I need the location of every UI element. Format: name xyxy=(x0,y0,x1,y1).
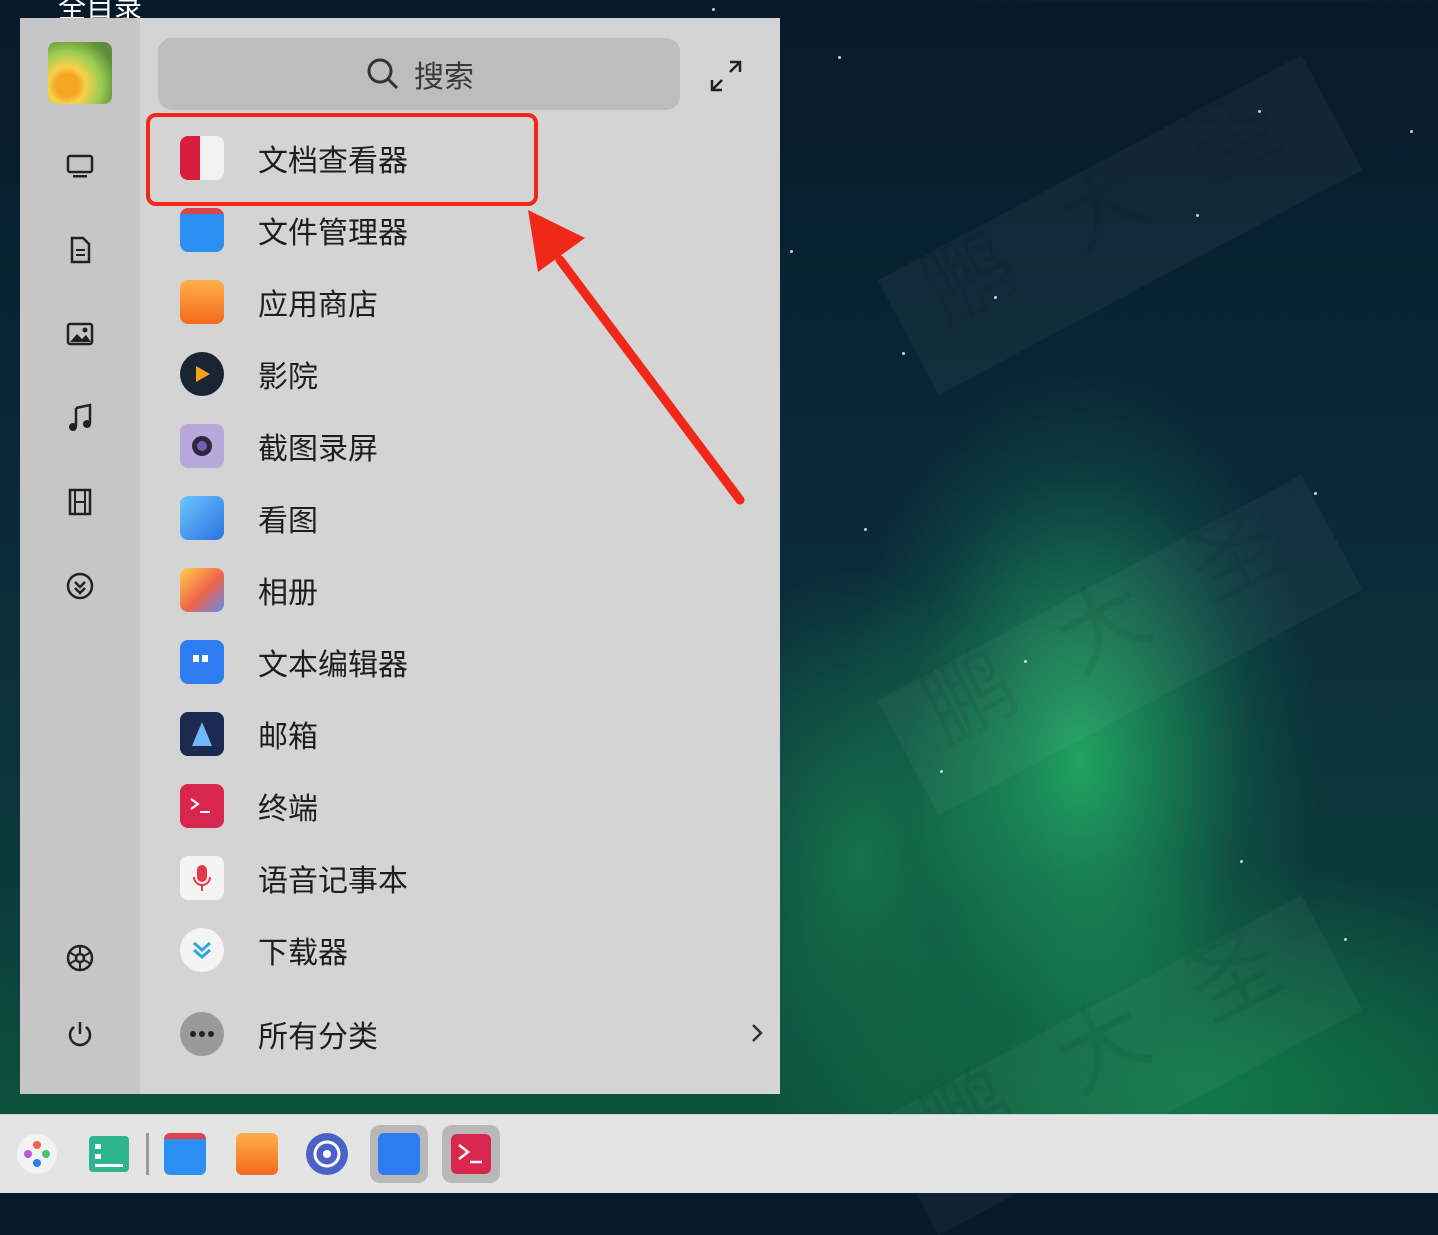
app-item-file-manager[interactable]: 文件管理器 xyxy=(180,200,740,260)
app-item-album[interactable]: 相册 xyxy=(180,560,740,620)
more-icon xyxy=(180,1012,224,1056)
app-store-icon[interactable] xyxy=(228,1125,286,1183)
file-manager-icon[interactable] xyxy=(156,1125,214,1183)
text-editor-icon xyxy=(180,640,224,684)
chevron-right-icon xyxy=(752,1024,763,1042)
avatar[interactable] xyxy=(48,42,112,104)
app-item-mail[interactable]: 邮箱 xyxy=(180,704,740,764)
file-manager-icon xyxy=(180,208,224,252)
album-icon xyxy=(180,568,224,612)
power-icon[interactable] xyxy=(60,1014,100,1054)
taskbar xyxy=(0,1114,1438,1193)
multitask-icon[interactable] xyxy=(80,1125,138,1183)
video-icon[interactable] xyxy=(60,482,100,522)
mail-icon xyxy=(180,712,224,756)
search-input[interactable]: 搜索 xyxy=(158,38,680,110)
movie-player-icon xyxy=(180,352,224,396)
app-item-movie[interactable]: 影院 xyxy=(180,344,740,404)
settings-icon[interactable] xyxy=(60,938,100,978)
picture-icon[interactable] xyxy=(60,314,100,354)
control-center-icon[interactable] xyxy=(298,1125,356,1183)
all-categories-item[interactable]: 所有分类 xyxy=(180,1004,763,1064)
terminal-icon[interactable] xyxy=(442,1125,500,1183)
highlight-box xyxy=(146,113,538,206)
app-store-icon xyxy=(180,280,224,324)
app-item-terminal[interactable]: 终端 xyxy=(180,776,740,836)
app-item-voice-notes[interactable]: 语音记事本 xyxy=(180,848,740,908)
app-item-screenshot[interactable]: 截图录屏 xyxy=(180,416,740,476)
screenshot-icon xyxy=(180,424,224,468)
app-item-text-editor[interactable]: 文本编辑器 xyxy=(180,632,740,692)
launcher-icon[interactable] xyxy=(8,1125,66,1183)
app-item-image-viewer[interactable]: 看图 xyxy=(180,488,740,548)
app-item-app-store[interactable]: 应用商店 xyxy=(180,272,740,332)
category-rail xyxy=(20,18,140,1094)
taskbar-separator xyxy=(146,1133,149,1175)
voice-notes-icon xyxy=(180,856,224,900)
search-icon xyxy=(367,58,399,90)
app-item-downloader[interactable]: 下载器 xyxy=(180,920,740,980)
fullscreen-expand-icon[interactable] xyxy=(706,56,746,96)
document-icon[interactable] xyxy=(60,230,100,270)
search-placeholder: 搜索 xyxy=(414,60,474,95)
downloader-icon xyxy=(180,928,224,972)
computer-icon[interactable] xyxy=(60,146,100,186)
terminal-icon xyxy=(180,784,224,828)
text-editor-icon[interactable] xyxy=(370,1125,428,1183)
image-viewer-icon xyxy=(180,496,224,540)
download-icon[interactable] xyxy=(60,566,100,606)
music-icon[interactable] xyxy=(60,398,100,438)
